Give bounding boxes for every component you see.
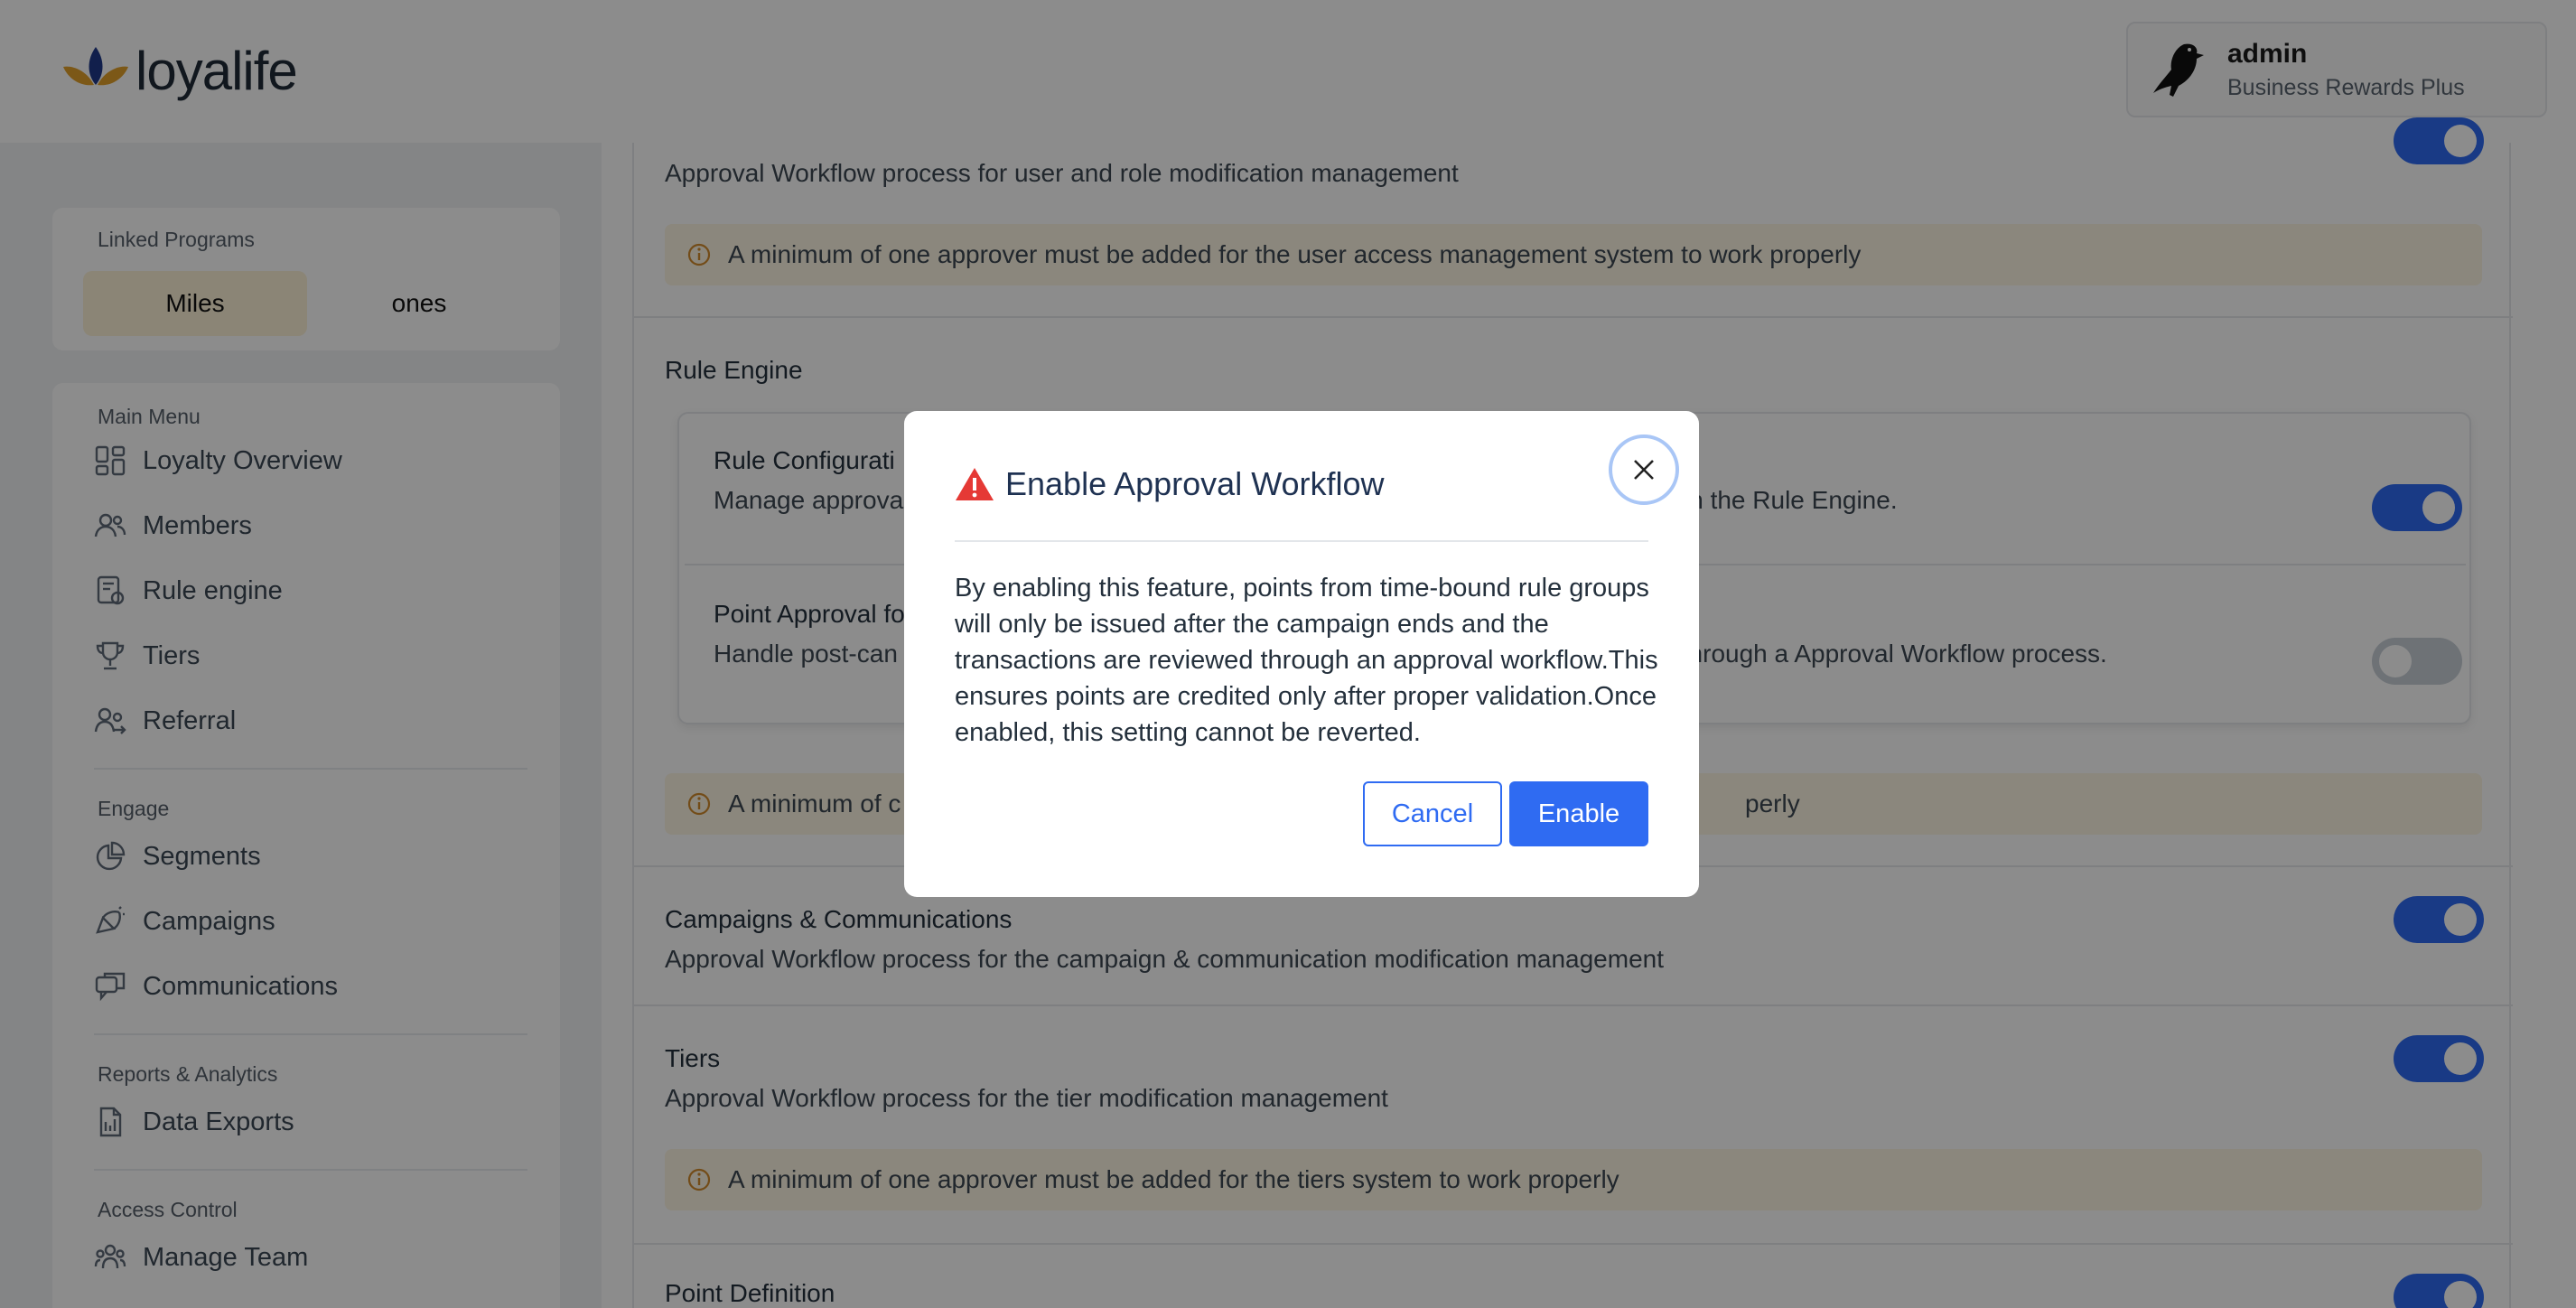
close-icon [1634, 460, 1654, 480]
modal-divider [955, 540, 1648, 542]
enable-approval-modal: Enable Approval Workflow By enabling thi… [904, 411, 1699, 897]
cancel-button[interactable]: Cancel [1363, 781, 1502, 846]
modal-title: Enable Approval Workflow [1005, 465, 1385, 502]
modal-body-text: By enabling this feature, points from ti… [955, 574, 1658, 747]
enable-button[interactable]: Enable [1509, 781, 1648, 846]
warning-icon [956, 468, 994, 500]
close-button[interactable] [1609, 434, 1679, 505]
